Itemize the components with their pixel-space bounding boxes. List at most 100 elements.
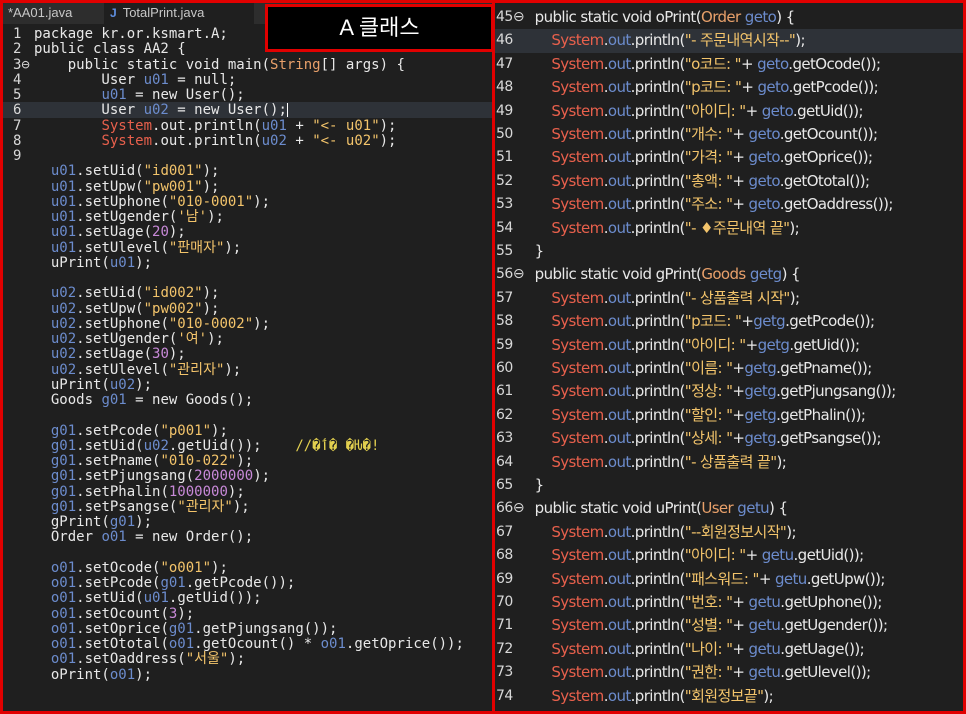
line-number: 3⊖ — [13, 56, 30, 73]
code-text: System.out.println("o코드: "+ geto.getOcod… — [551, 54, 881, 73]
code-line: 71 System.out.println("성별: "+ getu.getUg… — [494, 614, 964, 637]
code-line: uPrint(u01); — [2, 255, 493, 271]
line-number: 68 — [496, 547, 513, 564]
code-text: User u01 = null; — [34, 71, 237, 88]
code-text: System.out.println("- ♦주문내역 끝"); — [551, 218, 800, 237]
code-line: oPrint(o01); — [2, 667, 493, 683]
code-text: User u02 = new User(); — [34, 102, 288, 119]
java-file-icon: J — [110, 6, 117, 20]
code-line: 58 System.out.println("p코드: "+getg.getPc… — [494, 310, 964, 333]
code-text: g01.setPcode("p001"); — [50, 422, 228, 439]
code-text: System.out.println("--회원정보시작"); — [551, 522, 796, 541]
code-text: o01.setOprice(g01.getPjungsang()); — [50, 620, 338, 637]
code-text: System.out.println("아이디: "+ geto.getUid(… — [551, 101, 863, 120]
code-line: 64 System.out.println("- 상품출력 끝"); — [494, 451, 964, 474]
code-text: Goods g01 = new Goods(); — [34, 392, 254, 408]
code-text: public static void main(String[] args) { — [34, 56, 405, 73]
code-text: public static void uPrint(User getu) { — [518, 499, 788, 518]
code-line: 48 System.out.println("p코드: "+ geto.getP… — [494, 76, 964, 99]
line-number: 54 — [496, 219, 513, 236]
code-text: u01.setUid("id001"); — [50, 163, 220, 180]
code-line: o01.setOcode("o001"); — [2, 560, 493, 576]
code-text: u01.setUage(20); — [50, 224, 186, 241]
code-text: System.out.println("p코드: "+ geto.getPcod… — [551, 78, 879, 97]
code-text: g01.setPname("010-022"); — [50, 453, 254, 469]
line-number: 63 — [496, 430, 513, 447]
code-line: 6 User u02 = new User(); — [2, 102, 493, 119]
code-line: o01.setOaddress("서울"); — [2, 651, 493, 667]
code-line: 5 u01 = new User(); — [2, 87, 493, 103]
code-text: u02.setUphone("010-0002"); — [50, 315, 271, 332]
code-text: o01.setOcount(3); — [50, 605, 195, 622]
tab-aa01[interactable]: *AA01.java — [2, 2, 102, 24]
code-line: Order o01 = new Order(); — [2, 529, 493, 545]
class-title-label: A 클래스 — [265, 4, 494, 52]
code-line: g01.setPcode("p001"); — [2, 423, 493, 439]
code-line: 57 System.out.println("- 상품출력 시작"); — [494, 287, 964, 310]
code-line: g01.setPjungsang(2000000); — [2, 468, 493, 484]
line-number: 69 — [496, 570, 513, 587]
code-line: 4 User u01 = null; — [2, 72, 493, 88]
code-text: System.out.println("정상: "+getg.getPjungs… — [551, 382, 896, 401]
panel-divider — [492, 0, 495, 714]
code-text: System.out.println("총액: "+ geto.getOtota… — [551, 171, 870, 190]
line-number: 70 — [496, 594, 513, 610]
code-line: u01.setUgender('남'); — [2, 209, 493, 225]
code-text: u02.setUage(30); — [50, 346, 186, 363]
line-number: 62 — [496, 406, 513, 423]
line-number: 53 — [496, 196, 513, 213]
code-text: package kr.or.ksmart.A; — [34, 26, 228, 42]
code-line: u01.setUpw("pw001"); — [2, 179, 493, 195]
code-line: u02.setUpw("pw002"); — [2, 301, 493, 317]
tab-totalprint[interactable]: J TotalPrint.java — [104, 2, 254, 24]
code-line: uPrint(u02); — [2, 377, 493, 393]
code-line: 7 System.out.println(u01 + "<- u01"); — [2, 118, 493, 134]
code-line: g01.setPsangse("관리자"); — [2, 499, 493, 515]
code-text: System.out.println("p코드: "+getg.getPcode… — [551, 312, 875, 331]
code-line: u01.setUphone("010-0001"); — [2, 194, 493, 210]
code-text: g01.setPsangse("관리자"); — [50, 498, 250, 515]
code-line: 70 System.out.println("번호: "+ getu.getUp… — [494, 591, 964, 614]
code-text: g01.setPhalin(1000000); — [50, 483, 245, 500]
code-text: public static void oPrint(Order geto) { — [518, 8, 796, 26]
code-line: 68 System.out.println("아이디: "+ getu.getU… — [494, 544, 964, 567]
line-number: 61 — [496, 383, 513, 400]
code-line: gPrint(g01); — [2, 514, 493, 530]
code-line: u02.setUid("id002"); — [2, 285, 493, 301]
code-text: System.out.println("패스워드: "+ getu.getUpw… — [551, 569, 885, 588]
code-line: 8 System.out.println(u02 + "<- u02"); — [2, 133, 493, 149]
left-editor-panel: *AA01.java J TotalPrint.java 1 package kr.… — [2, 2, 493, 712]
code-text: u02.setUlevel("관리자"); — [50, 361, 242, 378]
line-number: 55 — [496, 243, 513, 259]
code-text: public class AA2 { — [34, 41, 186, 58]
code-text: System.out.println("이름: "+getg.getPname(… — [551, 359, 872, 377]
code-line: u01.setUage(20); — [2, 224, 493, 240]
line-number: 4 — [13, 71, 22, 88]
code-line: 59 System.out.println("아이디: "+getg.getUi… — [494, 334, 964, 357]
line-number: 8 — [13, 132, 22, 149]
code-text: Order o01 = new Order(); — [34, 529, 254, 546]
code-text: o01.setUid(u01.getUid()); — [50, 590, 262, 607]
code-line: 55 } — [494, 240, 964, 263]
code-text: u02.setUgender('여'); — [50, 331, 224, 347]
line-number: 1 — [13, 26, 22, 42]
code-line: 72 System.out.println("나이: "+ getu.getUa… — [494, 638, 964, 661]
code-line: u01.setUid("id001"); — [2, 163, 493, 179]
code-line: u02.setUlevel("관리자"); — [2, 362, 493, 378]
line-number: 59 — [496, 336, 513, 353]
tab-label: TotalPrint.java — [122, 5, 205, 20]
code-line: 54 System.out.println("- ♦주문내역 끝"); — [494, 217, 964, 240]
code-line: 50 System.out.println("개수: "+ geto.getOc… — [494, 123, 964, 146]
line-number: 48 — [496, 79, 513, 96]
code-text: o01.setPcode(g01.getPcode()); — [50, 575, 296, 591]
line-number: 60 — [496, 360, 513, 376]
code-line: 9 — [2, 148, 493, 164]
code-line: 3⊖ public static void main(String[] args… — [2, 57, 493, 73]
line-number: 74 — [496, 687, 513, 704]
code-text: u01.setUlevel("판매자"); — [50, 239, 242, 256]
code-text: System.out.println("권한: "+ getu.getUleve… — [551, 663, 871, 682]
code-text: u01.setUpw("pw001"); — [50, 178, 220, 195]
code-text: System.out.println("아이디: "+getg.getUid()… — [551, 335, 860, 354]
code-text: } — [518, 476, 545, 494]
line-number: 5 — [13, 87, 22, 103]
